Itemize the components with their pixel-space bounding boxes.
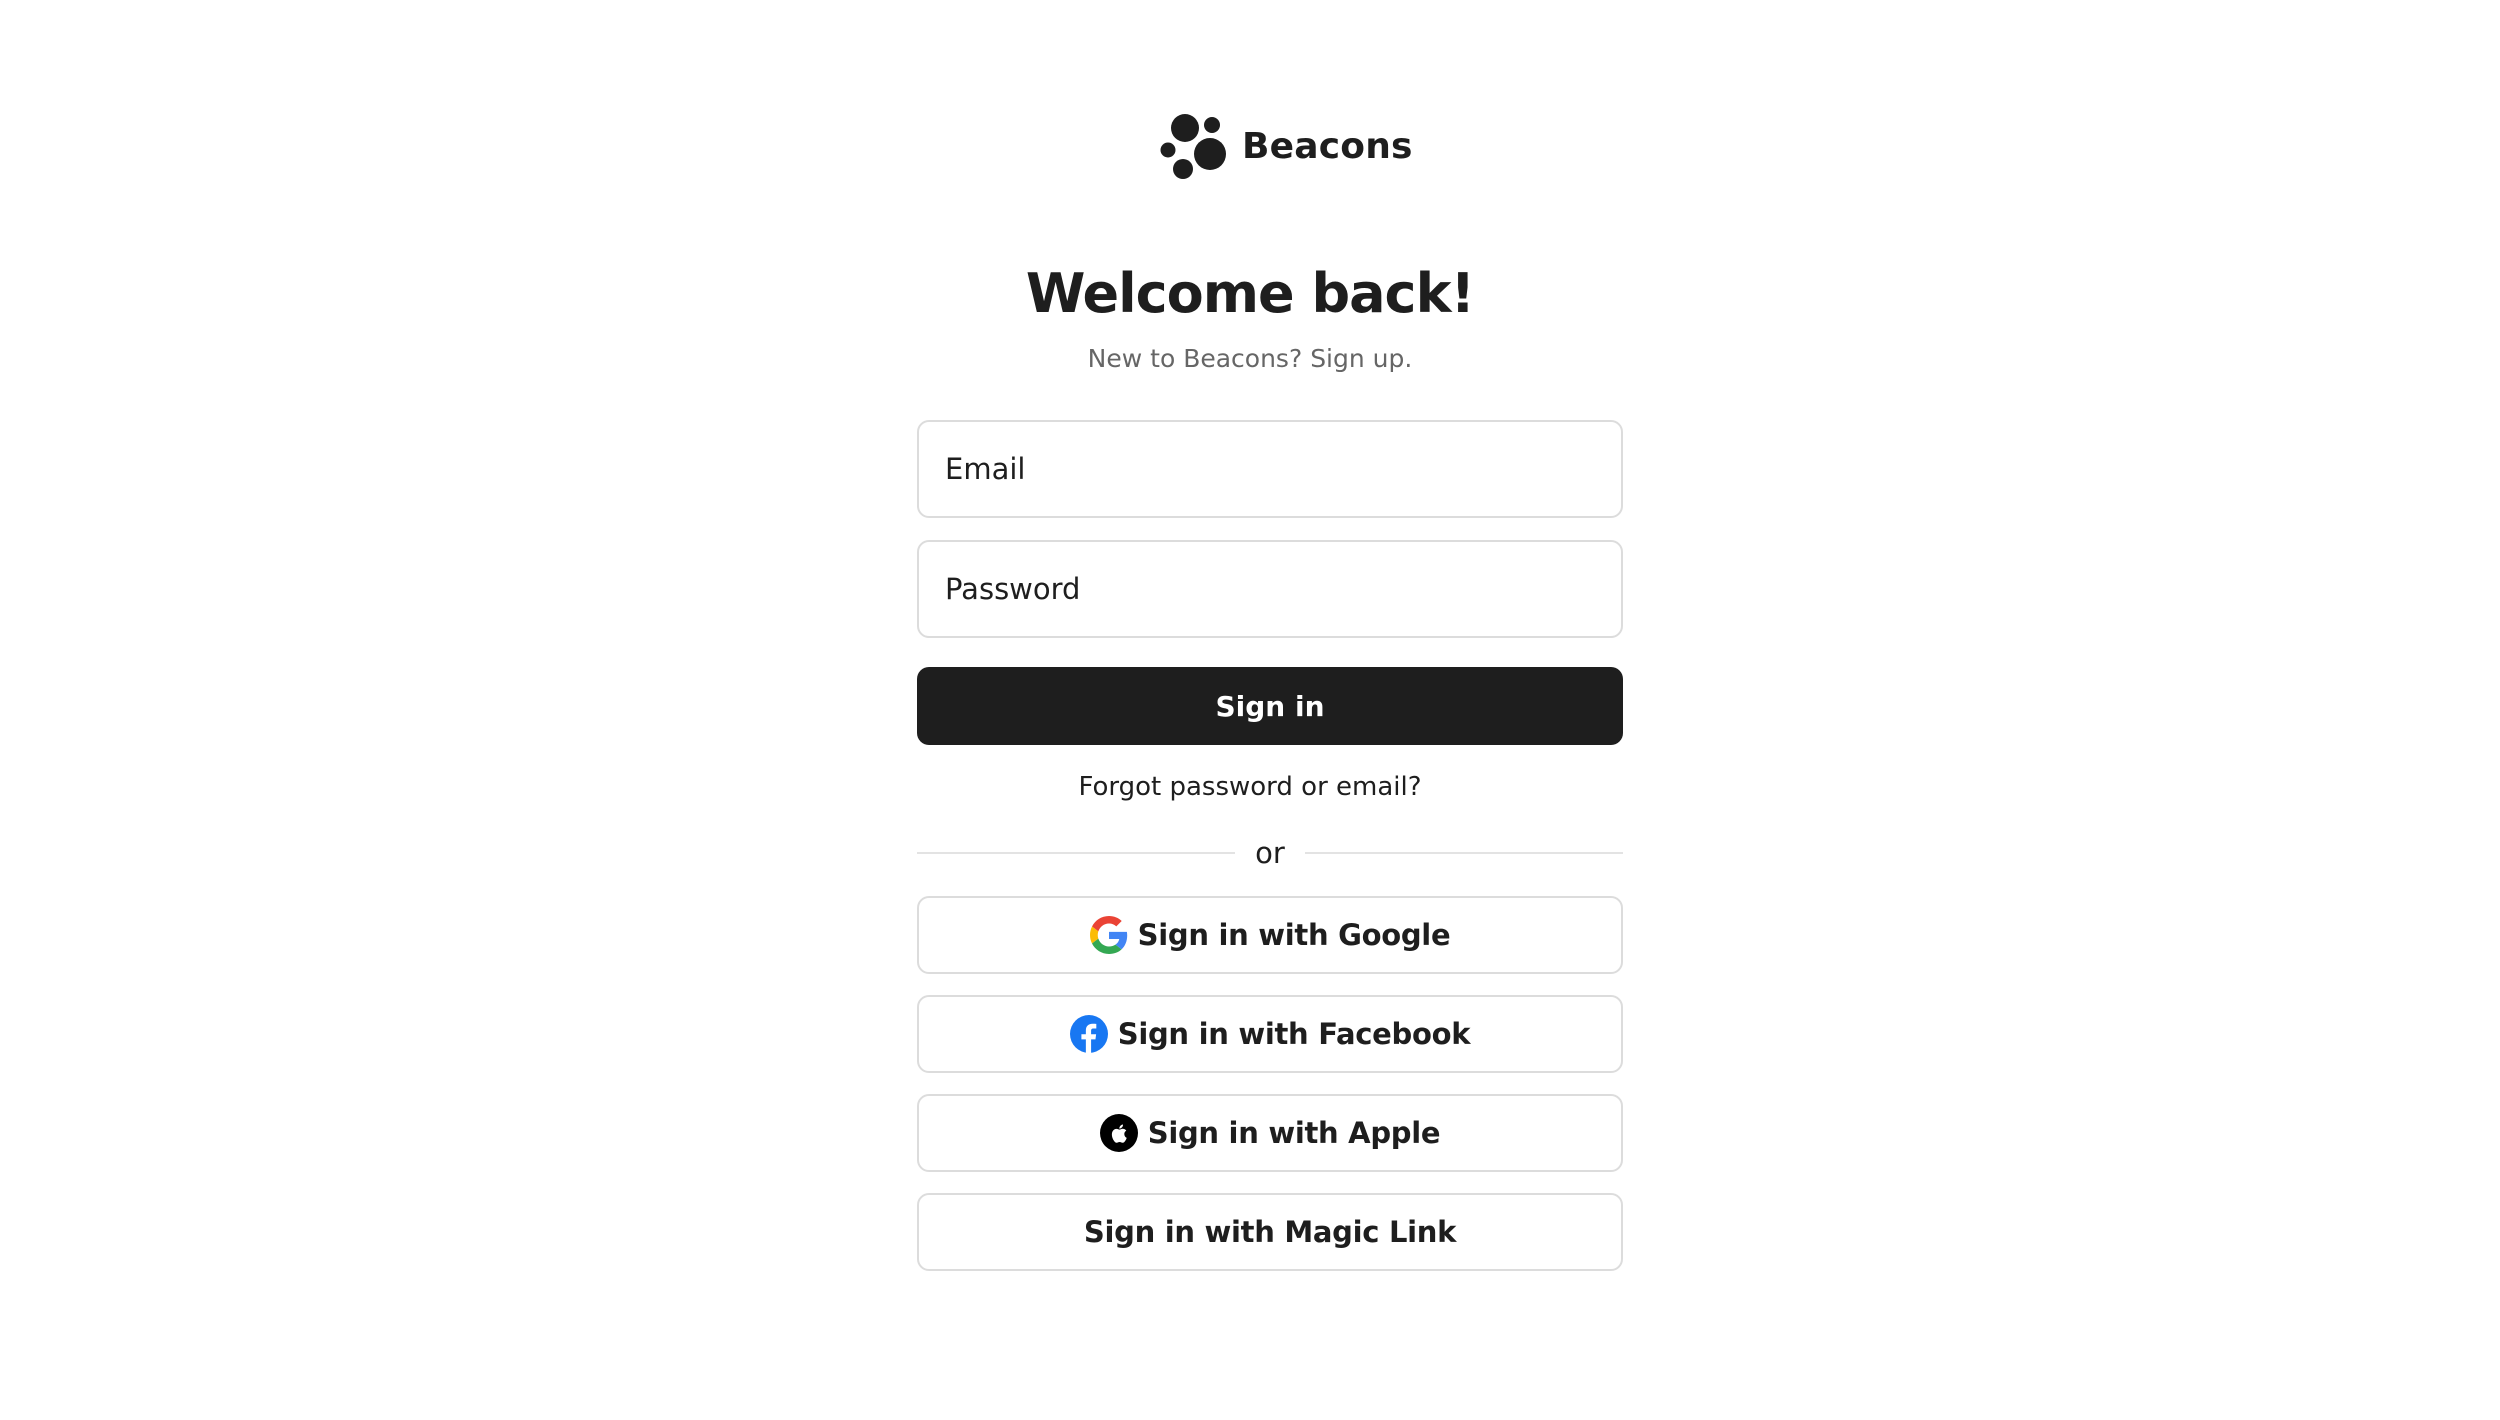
facebook-sign-in-button[interactable]: Sign in with Facebook <box>917 995 1623 1073</box>
facebook-icon <box>1069 1015 1108 1053</box>
brand-name: Beacons <box>1242 125 1413 167</box>
magic-link-button-label: Sign in with Magic Link <box>1083 1215 1457 1249</box>
signup-link[interactable]: Sign up. <box>1310 344 1412 373</box>
beacons-logo-icon <box>1160 114 1226 179</box>
google-icon <box>1089 916 1128 954</box>
magic-link-sign-in-button[interactable]: Sign in with Magic Link <box>917 1193 1623 1271</box>
google-sign-in-button[interactable]: Sign in with Google <box>917 896 1623 974</box>
sign-in-button[interactable]: Sign in <box>917 667 1623 745</box>
apple-sign-in-button[interactable]: Sign in with Apple <box>917 1094 1623 1172</box>
apple-button-label: Sign in with Apple <box>1147 1116 1441 1150</box>
email-input[interactable] <box>943 451 1621 487</box>
facebook-button-label: Sign in with Facebook <box>1117 1017 1471 1051</box>
password-field[interactable] <box>917 540 1623 638</box>
page-title: Welcome back! <box>1025 262 1475 325</box>
login-page: Beacons Welcome back! New to Beacons? Si… <box>0 0 2500 1420</box>
signup-prompt-text: New to Beacons? <box>1087 344 1303 373</box>
apple-icon <box>1099 1114 1138 1152</box>
or-divider: or <box>917 833 1623 873</box>
google-button-label: Sign in with Google <box>1137 918 1451 952</box>
forgot-password-link[interactable]: Forgot password or email? <box>0 772 2500 802</box>
signup-prompt: New to Beacons? Sign up. <box>0 344 2500 373</box>
password-input[interactable] <box>943 571 1621 607</box>
email-field[interactable] <box>917 420 1623 518</box>
divider-label: or <box>1255 836 1285 870</box>
brand-header[interactable]: Beacons <box>1160 112 1413 180</box>
divider-line-left <box>917 852 1235 854</box>
divider-line-right <box>1305 852 1623 854</box>
